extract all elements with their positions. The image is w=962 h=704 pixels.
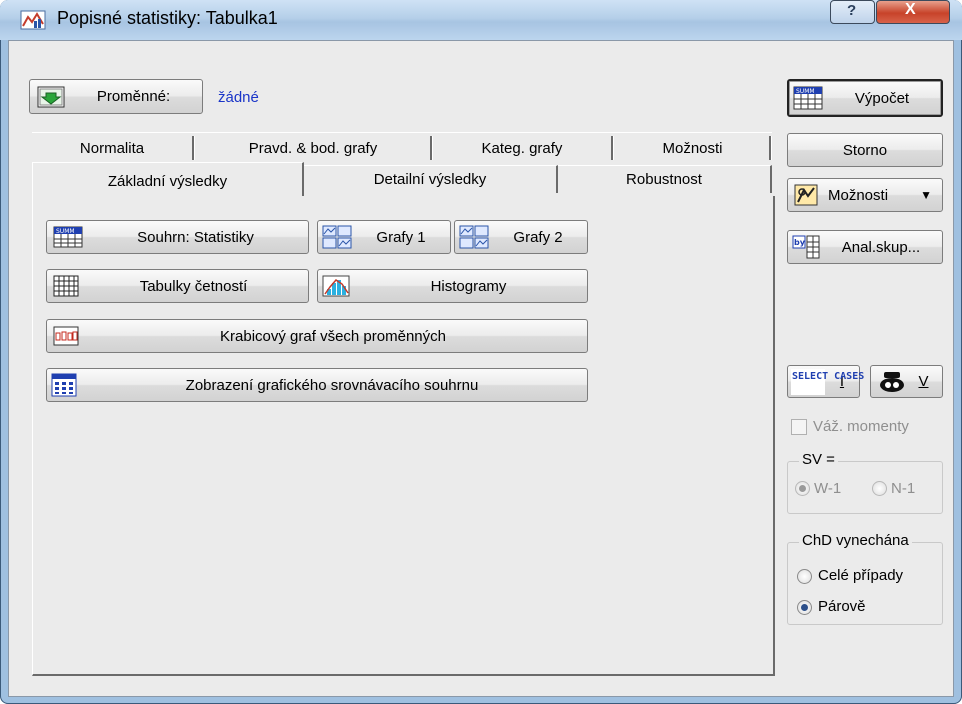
tab-label: Detailní výsledky — [373, 171, 487, 188]
compute-button[interactable]: SUMM Výpočet — [787, 79, 943, 117]
tab-probability-plots[interactable]: Pravd. & bod. grafy — [196, 140, 430, 157]
options-label: Možnosti — [828, 186, 889, 204]
tab-label: Kateg. grafy — [481, 140, 563, 157]
histogram-icon — [322, 275, 350, 297]
window-title: Popisné statistiky: Tabulka1 — [57, 8, 278, 28]
summary-graph-icon — [51, 373, 77, 397]
variables-button-label: Proměnné: — [96, 88, 171, 105]
help-button[interactable]: ? — [830, 0, 875, 24]
by-group-icon: by — [792, 235, 820, 259]
summary-graph-label: Zobrazení grafického srovnávacího souhrn… — [185, 376, 479, 394]
options-icon — [794, 184, 818, 206]
summary-table-icon: SUMM — [793, 86, 823, 110]
weight-label: V — [918, 373, 929, 390]
select-cases-button[interactable]: SELECT CASES I — [787, 365, 865, 398]
casewise-label: Celé případy — [818, 567, 904, 584]
tab-robustness[interactable]: Robustnost — [558, 165, 772, 193]
compute-label: Výpočet — [854, 89, 910, 107]
weight-icon — [879, 371, 905, 393]
frequency-tables-button[interactable]: Tabulky četností — [46, 269, 309, 303]
select-cases-icon: SELECT CASES — [791, 368, 865, 395]
help-icon: ? — [847, 2, 857, 19]
tab-normalita[interactable]: Normalita — [32, 140, 192, 157]
svg-text:SUMM: SUMM — [796, 88, 815, 95]
by-group-label: Anal.skup... — [841, 238, 921, 256]
tab-options[interactable]: Možnosti — [615, 140, 770, 157]
chevron-down-icon: ▼ — [920, 188, 932, 202]
graphs-2-label: Grafy 2 — [513, 228, 563, 246]
dialog-window: Popisné statistiky: Tabulka1 ? X Proměnn… — [0, 0, 962, 704]
frequency-tables-label: Tabulky četností — [139, 277, 248, 295]
close-icon: X — [905, 1, 916, 18]
by-group-button[interactable]: by Anal.skup... — [787, 230, 943, 264]
missing-data-group-label: ChD vynechána — [799, 532, 912, 549]
summary-graph-button[interactable]: Zobrazení grafického srovnávacího souhrn… — [46, 368, 588, 402]
tab-basic-results[interactable]: Základní výsledky — [32, 162, 304, 197]
summary-statistics-label: Souhrn: Statistiky — [137, 228, 254, 246]
svg-text:by: by — [794, 238, 806, 247]
df-n1-label: N-1 — [891, 480, 916, 497]
df-n1-radio[interactable] — [872, 481, 887, 496]
weighted-moments-checkbox[interactable] — [791, 419, 807, 435]
histograms-button[interactable]: Histogramy — [317, 269, 588, 303]
tab-label: Normalita — [79, 140, 145, 157]
weighted-moments-label: Váž. momenty — [813, 418, 909, 435]
tab-panel — [32, 196, 775, 676]
pairwise-radio[interactable] — [797, 600, 812, 615]
svg-text:SUMM: SUMM — [56, 228, 75, 235]
tab-separator — [611, 136, 614, 160]
df-w1-radio[interactable] — [795, 481, 810, 496]
tab-label: Pravd. & bod. grafy — [248, 140, 378, 157]
tab-detailed-results[interactable]: Detailní výsledky — [304, 165, 558, 193]
variables-value[interactable]: žádné — [218, 89, 259, 106]
graphs-2-button[interactable]: Grafy 2 — [454, 220, 588, 254]
tab-separator — [192, 136, 195, 160]
tab-label: Možnosti — [662, 140, 723, 157]
graph-grid-icon — [322, 225, 352, 249]
summary-statistics-button[interactable]: SUMM Souhrn: Statistiky — [46, 220, 309, 254]
casewise-radio[interactable] — [797, 569, 812, 584]
boxplot-icon — [53, 326, 79, 346]
cancel-button[interactable]: Storno — [787, 133, 943, 167]
weight-button[interactable]: V — [870, 365, 943, 398]
options-dropdown-button[interactable]: Možnosti ▼ — [787, 178, 943, 212]
df-group-label: SV = — [799, 451, 838, 468]
histograms-label: Histogramy — [430, 277, 507, 295]
tab-label: Robustnost — [626, 171, 702, 188]
pairwise-label: Párově — [818, 598, 866, 615]
app-icon — [20, 10, 46, 30]
title-bar[interactable]: Popisné statistiky: Tabulka1 ? X — [0, 0, 962, 40]
df-w1-label: W-1 — [814, 480, 842, 497]
cancel-label: Storno — [842, 141, 888, 159]
select-cases-icon-text: SELECT CASES — [792, 370, 865, 382]
summary-table-icon: SUMM — [53, 226, 83, 248]
boxplot-all-button[interactable]: Krabicový graf všech proměnných — [46, 319, 588, 353]
tab-categorized-graphs[interactable]: Kateg. grafy — [434, 140, 610, 157]
frequency-table-icon — [53, 275, 79, 297]
graphs-1-label: Grafy 1 — [376, 228, 426, 246]
close-button[interactable]: X — [876, 0, 950, 24]
df-group — [787, 461, 943, 514]
variables-button[interactable]: Proměnné: — [29, 79, 203, 114]
tab-separator — [769, 136, 772, 160]
tab-label: Základní výsledky — [107, 173, 228, 190]
tab-separator — [430, 136, 433, 160]
graph-grid-icon — [459, 225, 489, 249]
boxplot-all-label: Krabicový graf všech proměnných — [220, 327, 446, 345]
graphs-1-button[interactable]: Grafy 1 — [317, 220, 451, 254]
variables-icon — [37, 86, 65, 108]
